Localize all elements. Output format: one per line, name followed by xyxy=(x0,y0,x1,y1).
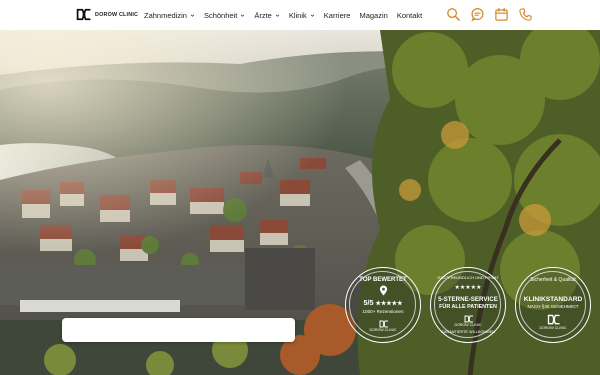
nav-item-label: Ärzte xyxy=(254,10,272,20)
site-header: DOROW CLINIC Zahnmedizin Schönheit Ärzte… xyxy=(0,0,600,30)
calendar-icon[interactable] xyxy=(494,7,509,22)
dc-logo-icon xyxy=(547,314,560,325)
chevron-down-icon xyxy=(190,14,195,17)
dc-logo-icon xyxy=(76,8,91,21)
nav-item-label: Schönheit xyxy=(203,10,238,20)
chevron-down-icon xyxy=(241,14,245,17)
nav-item-label: Zahnmedizin xyxy=(144,10,187,20)
dc-logo-icon xyxy=(464,315,473,323)
search-input[interactable] xyxy=(62,318,295,342)
nav-item-label: Karriere xyxy=(323,10,351,20)
phone-icon[interactable] xyxy=(518,7,533,22)
nav-item-schoenheit[interactable]: Schönheit xyxy=(204,11,245,20)
badge-brand: DOROW CLINIC xyxy=(369,328,397,332)
location-pin-icon xyxy=(379,285,388,296)
chevron-down-icon xyxy=(275,14,280,17)
badge-brand: DOROW CLINIC xyxy=(454,323,482,327)
badge-arc-top: GASTFREUNDLICH UND PRIVAT xyxy=(437,275,499,280)
badge-five-star-service: GASTFREUNDLICH UND PRIVAT ★★★★★ 5-STERNE… xyxy=(430,267,506,343)
brand-name: DOROW CLINIC xyxy=(95,11,139,18)
nav-item-zahnmedizin[interactable]: Zahnmedizin xyxy=(144,11,195,20)
header-actions xyxy=(446,7,533,22)
badge-arc-bottom: GARANTIERTE WILLKOMMEN xyxy=(441,330,495,334)
search-icon[interactable] xyxy=(446,7,461,22)
nav-item-magazin[interactable]: Magazin xyxy=(359,11,387,20)
badge-brand: DOROW CLINIC xyxy=(539,326,567,330)
badge-reviews: 1000+ Rezensionen xyxy=(362,309,404,314)
nav-item-label: Kontakt xyxy=(396,10,423,20)
nav-item-karriere[interactable]: Karriere xyxy=(324,11,351,20)
dc-logo-icon xyxy=(379,320,388,328)
rating-stars: ★★★★★ xyxy=(375,301,403,307)
nav-item-aerzte[interactable]: Ärzte xyxy=(254,11,280,20)
badge-quality: Sicherheit & Qualität KLINIKSTANDARD NAC… xyxy=(515,267,591,343)
main-nav: Zahnmedizin Schönheit Ärzte Klinik Karri… xyxy=(144,0,422,30)
badge-top-rated: TOP BEWERTET 5/5 ★★★★★ 1000+ Rezensionen… xyxy=(345,267,421,343)
badge-stars: ★★★★★ xyxy=(454,285,482,291)
nav-item-kontakt[interactable]: Kontakt xyxy=(397,11,422,20)
badge-line-2: NACH §30 GENEHMIGT xyxy=(527,304,579,309)
badge-line-2: FÜR ALLE PATIENTEN xyxy=(439,304,497,310)
hero-banner: TOP BEWERTET 5/5 ★★★★★ 1000+ Rezensionen… xyxy=(0,30,600,375)
rating-value: 5/5 xyxy=(363,298,374,307)
brand-logo[interactable]: DOROW CLINIC xyxy=(76,8,138,21)
chat-icon[interactable] xyxy=(470,7,485,22)
chevron-down-icon xyxy=(310,14,315,17)
badge-arc-text: TOP BEWERTET xyxy=(359,277,407,283)
badge-line-1: 5-STERNE-SERVICE xyxy=(438,296,498,303)
nav-item-label: Magazin xyxy=(359,10,388,20)
nav-item-label: Klinik xyxy=(288,10,307,20)
badge-rating: 5/5 ★★★★★ xyxy=(346,299,420,307)
nav-item-klinik[interactable]: Klinik xyxy=(289,11,315,20)
badge-line-1: KLINIKSTANDARD xyxy=(523,296,583,303)
badge-arc-text: Sicherheit & Qualität xyxy=(530,277,576,283)
